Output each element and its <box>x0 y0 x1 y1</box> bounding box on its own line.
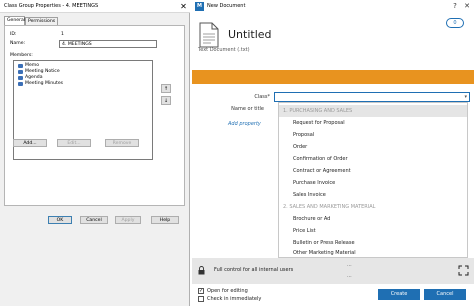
header-band <box>192 70 474 84</box>
dropdown-option[interactable]: Purchase Invoice <box>279 177 467 189</box>
expand-icon[interactable] <box>458 265 469 276</box>
permission-text: Full control for all internal users <box>214 267 294 273</box>
name-label: Name: <box>10 41 26 46</box>
class-group-properties-dialog: Class Group Properties - 4. MEETINGS ✕ G… <box>0 0 190 306</box>
member-label: Agenda <box>25 75 43 80</box>
open-for-editing-label: Open for editing <box>207 288 248 294</box>
dialog-title-bar: Class Group Properties - 4. MEETINGS ✕ <box>0 0 190 13</box>
document-type: Text Document (.txt) <box>198 47 250 53</box>
add-button[interactable]: Add... <box>13 139 47 147</box>
document-title[interactable]: Untitled <box>228 28 272 41</box>
tab-general[interactable]: General <box>4 16 25 25</box>
list-item[interactable]: Meeting Minutes <box>18 81 63 87</box>
document-class-icon <box>18 70 23 74</box>
dropdown-group: 2. SALES AND MARKETING MATERIAL <box>283 204 376 210</box>
text-document-icon <box>199 22 219 48</box>
create-button[interactable]: Create <box>378 289 420 300</box>
help-button[interactable]: Help <box>151 216 179 224</box>
apply-button[interactable]: Apply <box>115 216 141 224</box>
dropdown-option[interactable]: Other Marketing Material <box>279 249 467 258</box>
cancel-button[interactable]: Cancel <box>80 216 108 224</box>
remove-button[interactable]: Remove <box>105 139 139 147</box>
window-title-bar: M New Document ? ✕ <box>192 0 474 13</box>
document-class-icon <box>18 76 23 80</box>
dropdown-option[interactable]: Bulletin or Press Release <box>279 237 467 249</box>
close-icon[interactable]: ✕ <box>462 1 472 11</box>
check-in-label: Check in immediately <box>207 296 262 302</box>
document-class-icon <box>18 82 23 86</box>
ok-button[interactable]: OK <box>48 216 72 224</box>
open-for-editing-checkbox[interactable]: ✓ <box>198 288 204 294</box>
lock-icon <box>198 266 205 275</box>
dropdown-option[interactable]: Order <box>279 141 467 153</box>
name-title-label: Name or title <box>231 106 264 112</box>
permissions-bar[interactable]: Full control for all internal users ... … <box>192 258 474 284</box>
member-label: Meeting Minutes <box>25 81 64 86</box>
tab-permissions[interactable]: Permissions <box>25 17 58 25</box>
dropdown-group: 1. PURCHASING AND SALES <box>279 105 467 117</box>
member-label: Meeting Notice <box>25 69 60 74</box>
app-logo-icon: M <box>195 2 204 11</box>
dropdown-option[interactable]: Price List <box>279 225 467 237</box>
move-down-button[interactable]: ↓ <box>161 96 171 105</box>
id-value: 1 <box>61 32 64 37</box>
dialog-title: Class Group Properties - 4. MEETINGS <box>4 3 99 9</box>
check-in-checkbox[interactable] <box>198 296 204 302</box>
members-label: Members: <box>10 53 33 58</box>
move-up-button[interactable]: ↑ <box>161 84 171 93</box>
dropdown-option[interactable]: Confirmation of Order <box>279 153 467 165</box>
cancel-button[interactable]: Cancel <box>424 289 466 300</box>
member-label: Memo <box>25 63 40 68</box>
chevron-down-icon[interactable]: ▾ <box>464 94 467 100</box>
more-options-top[interactable]: ... <box>347 262 352 268</box>
count-badge[interactable]: 0 <box>446 18 464 28</box>
name-field[interactable]: 4. MEETINGS <box>59 40 157 48</box>
dropdown-option[interactable]: Request for Proposal <box>279 117 467 129</box>
new-document-window: M New Document ? ✕ Untitled Text Documen… <box>192 0 474 306</box>
class-label: Class* <box>254 94 270 100</box>
general-panel: ID: 1 Name: 4. MEETINGS Members: Memo Me… <box>4 25 185 206</box>
window-title: New Document <box>207 3 246 9</box>
more-options-bottom[interactable]: ... <box>347 273 352 279</box>
footer-bar: ✓ Open for editing Check in immediately … <box>192 284 474 306</box>
dropdown-option[interactable]: Brochure or Ad <box>279 213 467 225</box>
dropdown-option[interactable]: Contract or Agreement <box>279 165 467 177</box>
close-icon[interactable]: ✕ <box>178 1 189 12</box>
class-dropdown-list[interactable]: 1. PURCHASING AND SALES Request for Prop… <box>278 102 468 258</box>
dropdown-option[interactable]: Proposal <box>279 129 467 141</box>
class-select[interactable]: ▾ <box>274 92 470 102</box>
add-property-link[interactable]: Add property <box>228 121 261 127</box>
edit-button[interactable]: Edit... <box>57 139 91 147</box>
dropdown-option[interactable]: Sales Invoice <box>279 189 467 201</box>
id-label: ID: <box>10 32 17 37</box>
help-icon[interactable]: ? <box>450 1 460 11</box>
document-class-icon <box>18 64 23 68</box>
